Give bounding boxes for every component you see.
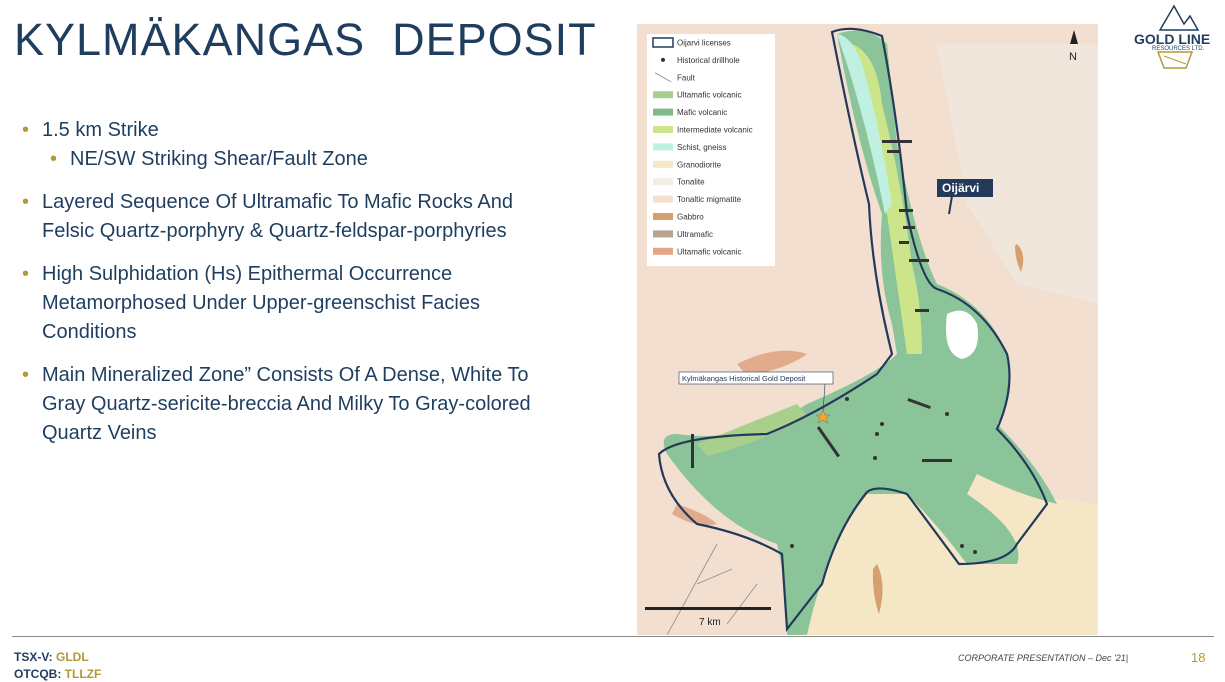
- legend-label: Tonalite: [677, 178, 705, 187]
- drillhole: [880, 422, 884, 426]
- drillhole: [691, 434, 694, 468]
- bullet-line: Conditions: [42, 321, 137, 343]
- footer-note: CORPORATE PRESENTATION – Dec '21|: [958, 653, 1129, 663]
- drillhole: [903, 226, 915, 229]
- scale-label: 7 km: [699, 617, 721, 628]
- legend-label: Granodiorite: [677, 160, 722, 169]
- footer-divider: [12, 636, 1214, 637]
- drillhole: [899, 209, 913, 212]
- drillhole: [845, 397, 849, 401]
- legend-swatch: [653, 213, 673, 220]
- place-label: Oijärvi: [942, 181, 979, 195]
- logo-subtext: RESOURCES LTD.: [1152, 46, 1205, 52]
- legend-label: Gabbro: [677, 213, 704, 222]
- ticker-symbol: TLLZF: [64, 667, 102, 681]
- legend-label: Intermediate volcanic: [677, 126, 753, 135]
- ticker-otcqb: OTCQB: TLLZF: [14, 667, 101, 681]
- legend-swatch: [653, 126, 673, 133]
- bullet-line: Metamorphosed Under Upper-greenschist Fa…: [42, 292, 480, 314]
- legend-label: Fault: [677, 73, 696, 82]
- legend-swatch: [653, 143, 673, 151]
- drillhole: [945, 412, 949, 416]
- bullet-item: • 1.5 km Strike • NE/SW Striking Shear/F…: [22, 116, 612, 174]
- drillhole: [973, 550, 977, 554]
- drillhole: [873, 456, 877, 460]
- bullet-icon: •: [22, 263, 30, 285]
- drillhole: [790, 544, 794, 548]
- drillhole: [875, 432, 879, 436]
- bullet-item: • High Sulphidation (Hs) Epithermal Occu…: [22, 260, 612, 347]
- legend-swatch: [652, 37, 674, 48]
- drillhole: [887, 150, 899, 153]
- bullet-icon: •: [22, 119, 30, 141]
- legend-label: Historical drillhole: [677, 56, 740, 65]
- legend-label: Schist, gneiss: [677, 143, 726, 152]
- bullet-text: 1.5 km Strike: [42, 119, 159, 141]
- legend-label: Tonaltic migmatite: [677, 195, 742, 204]
- bullet-icon: •: [22, 191, 30, 213]
- geology-map: Oijarvi licenses Historical drillhole Faul…: [637, 24, 1098, 635]
- sub-bullet-item: • NE/SW Striking Shear/Fault Zone: [22, 145, 612, 174]
- legend-label: Ultramafic: [677, 230, 713, 239]
- legend-label: Ultamafic volcanic: [677, 91, 741, 100]
- sub-bullet-text: NE/SW Striking Shear/Fault Zone: [70, 148, 368, 170]
- drillhole: [915, 309, 929, 312]
- bullet-line: Main Mineralized Zone” Consists Of A Den…: [42, 364, 529, 386]
- drillhole: [922, 459, 952, 462]
- drillhole: [899, 241, 909, 244]
- bullet-line: High Sulphidation (Hs) Epithermal Occurr…: [42, 263, 453, 285]
- legend-swatch: [661, 57, 665, 62]
- bullet-list: • 1.5 km Strike • NE/SW Striking Shear/F…: [22, 116, 612, 462]
- drillhole: [882, 140, 912, 143]
- bullet-line: Gray Quartz-sericite-breccia And Milky T…: [42, 393, 531, 415]
- ticker-tsxv: TSX-V: GLDL: [14, 650, 89, 664]
- bullet-icon: •: [50, 148, 58, 170]
- legend-label: Ultamafic volcanic: [677, 247, 741, 256]
- bullet-line: Layered Sequence Of Ultramafic To Mafic …: [42, 191, 513, 213]
- deposit-label: Kylmäkangas Historical Gold Deposit: [682, 374, 806, 383]
- ticker-symbol: GLDL: [56, 650, 89, 664]
- legend-swatch: [653, 247, 673, 255]
- bullet-icon: •: [22, 364, 30, 386]
- legend-label: Mafic volcanic: [677, 108, 727, 117]
- bullet-item: • Main Mineralized Zone” Consists Of A D…: [22, 361, 612, 448]
- north-label: N: [1069, 51, 1077, 63]
- bullet-line: Quartz Veins: [42, 422, 157, 444]
- legend-label: Oijarvi licenses: [677, 39, 731, 48]
- legend-swatch: [653, 195, 673, 203]
- ticker-exchange: OTCQB:: [14, 667, 65, 681]
- logo-text: GOLD LINE: [1134, 31, 1211, 47]
- legend-swatch: [653, 178, 673, 186]
- bullet-line: Felsic Quartz-porphyry & Quartz-feldspar…: [42, 220, 507, 242]
- legend-swatch: [653, 160, 673, 168]
- slide-title: KYLMÄKANGAS DEPOSIT: [14, 14, 597, 65]
- drillhole: [960, 544, 964, 548]
- ticker-exchange: TSX-V:: [14, 650, 57, 664]
- legend-swatch: [653, 91, 673, 99]
- scale-bar: [645, 607, 771, 610]
- legend-swatch: [653, 230, 673, 238]
- drillhole: [909, 259, 929, 262]
- legend-swatch: [653, 108, 673, 116]
- company-logo: GOLD LINE RESOURCES LTD.: [1128, 4, 1222, 74]
- page-number: 18: [1191, 650, 1206, 665]
- bullet-item: • Layered Sequence Of Ultramafic To Mafi…: [22, 188, 612, 246]
